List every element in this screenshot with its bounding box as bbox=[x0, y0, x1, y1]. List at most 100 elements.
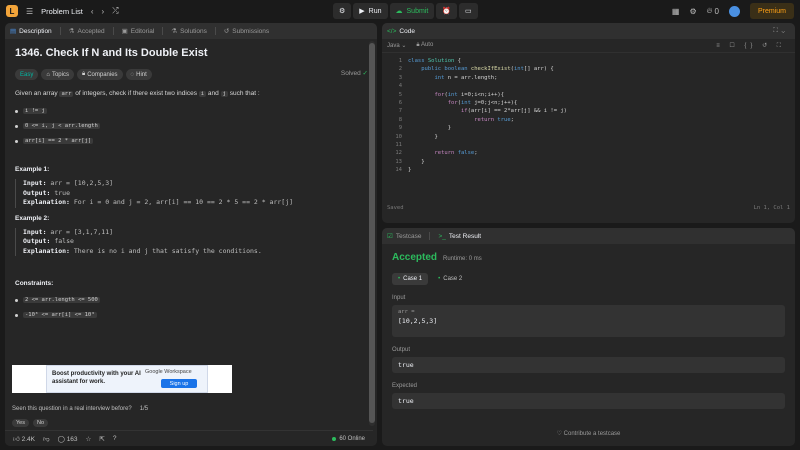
input-box: arr = [10,2,5,3] bbox=[392, 305, 785, 337]
output-box: true bbox=[392, 357, 785, 373]
result-status: Accepted bbox=[392, 252, 438, 263]
comments-button[interactable]: ◯ 163 bbox=[58, 435, 78, 443]
line-numbers: 1 2 3 4 5 6 7 8 9 10 11 12 13 14 bbox=[382, 57, 402, 175]
star-icon[interactable]: ☆ bbox=[86, 435, 92, 443]
example-2-block: Input: arr = [3,1,7,11] Output: false Ex… bbox=[15, 227, 367, 256]
line-number: 13 bbox=[395, 158, 402, 165]
code-lines: class Solution { public boolean checkIfE… bbox=[408, 58, 567, 174]
premium-button[interactable]: Premium bbox=[749, 3, 794, 19]
contribute-testcase[interactable]: ♡ Contribute a testcase bbox=[382, 430, 795, 437]
line-number: 14 bbox=[395, 167, 402, 174]
tab-code[interactable]: </> Code bbox=[387, 28, 415, 35]
editor-actions[interactable]: ≡ ☐ {} ↺ ⛶ bbox=[716, 42, 785, 50]
description-scrollbar[interactable] bbox=[369, 41, 375, 426]
example-2-title: Example 2: bbox=[15, 214, 50, 222]
dislike-button[interactable]: 👎︎ bbox=[43, 435, 50, 443]
problem-list-link[interactable]: Problem List bbox=[41, 7, 83, 16]
ad-brand: Google Workspace bbox=[145, 369, 192, 375]
debug-button[interactable]: ⚙ bbox=[333, 3, 352, 19]
auto-mode[interactable]: 🔒︎ Auto bbox=[416, 42, 433, 49]
heart-icon: ♡ bbox=[556, 431, 562, 437]
line-number: 2 bbox=[398, 66, 402, 73]
checkbox-icon: ☑ bbox=[387, 233, 393, 240]
history-icon: ↺ bbox=[223, 28, 230, 35]
chevron-right-icon[interactable]: › bbox=[102, 7, 105, 16]
saved-status: Saved bbox=[387, 204, 404, 211]
interview-question: Seen this question in a real interview b… bbox=[12, 406, 149, 412]
bug-icon: ⚙ bbox=[339, 8, 346, 15]
shuffle-icon[interactable]: ⤮ bbox=[112, 6, 118, 16]
note-button[interactable]: ▭ bbox=[459, 3, 478, 19]
chevron-left-icon[interactable]: ‹ bbox=[91, 7, 94, 16]
tab-submissions[interactable]: ↺ Submissions bbox=[223, 27, 269, 36]
case-2-tab[interactable]: • Case 2 bbox=[432, 273, 468, 285]
tab-solutions[interactable]: ⚗ Solutions bbox=[171, 27, 207, 36]
result-tab-bar: ☑ Testcase >_ Test Result bbox=[382, 228, 795, 244]
result-content: Accepted Runtime: 0 ms • Case 1 • Case 2 In… bbox=[382, 244, 795, 417]
line-number: 3 bbox=[398, 74, 402, 81]
share-icon[interactable]: ⇱ bbox=[99, 435, 104, 443]
alarm-button[interactable]: ⏰ bbox=[436, 3, 458, 19]
like-button[interactable]: 👍︎ 2.4K bbox=[13, 435, 35, 443]
ad-signup-button[interactable]: Sign up bbox=[161, 379, 197, 388]
line-number: 1 bbox=[398, 58, 402, 64]
line-number: 11 bbox=[395, 142, 402, 149]
code-icon: </> bbox=[387, 27, 397, 35]
hint-chip[interactable]: ◌ Hint bbox=[125, 69, 152, 80]
document-icon: ▤ bbox=[10, 28, 17, 35]
line-number: 12 bbox=[395, 150, 402, 157]
top-bar: L ☰ Problem List ‹ › ⤮ ⚙ ▶ Run ☁ Submit ⏰ … bbox=[0, 0, 800, 22]
online-count: 60 Online bbox=[332, 436, 365, 442]
line-number: 4 bbox=[398, 83, 402, 90]
topics-chip[interactable]: ⌂ Topics bbox=[41, 69, 74, 80]
expected-box: true bbox=[392, 393, 785, 409]
feedback-page: 1/5 bbox=[139, 406, 149, 412]
list-icon[interactable]: ☰ bbox=[26, 7, 33, 16]
list-item: arr[i] == 2 * arr[j] bbox=[15, 138, 367, 144]
list-item: -10³ <= arr[i] <= 10³ bbox=[15, 312, 367, 318]
tab-editorial[interactable]: ▣ Editorial bbox=[121, 27, 155, 36]
terminal-icon: >_ bbox=[438, 232, 446, 240]
settings-icon[interactable]: ⚙ bbox=[689, 7, 696, 16]
language-select[interactable]: Java ⌄ bbox=[387, 42, 406, 49]
maximize-icon[interactable]: ⛶ ⌄ bbox=[773, 27, 785, 35]
avatar[interactable] bbox=[728, 5, 740, 17]
solved-badge: Solved ✓ bbox=[340, 70, 368, 77]
advertisement[interactable]: Boost productivity with your AI assistan… bbox=[12, 365, 232, 393]
yes-button[interactable]: Yes bbox=[12, 419, 29, 427]
submit-button[interactable]: ☁ Submit bbox=[389, 3, 435, 19]
flask-icon: ⚗ bbox=[68, 28, 75, 35]
input-label: Input bbox=[392, 295, 406, 301]
code-editor[interactable]: 1 2 3 4 5 6 7 8 9 10 11 12 13 14 class Solution { pub… bbox=[382, 53, 795, 215]
list-item: 2 <= arr.length <= 500 bbox=[15, 297, 367, 303]
run-label: Run bbox=[368, 7, 382, 15]
companies-chip[interactable]: 🔒︎ Companies bbox=[76, 69, 123, 80]
leetcode-logo[interactable]: L bbox=[6, 5, 18, 17]
run-button[interactable]: ▶ Run bbox=[353, 3, 388, 19]
tab-test-result[interactable]: >_ Test Result bbox=[438, 233, 481, 240]
difficulty-chip: Easy bbox=[15, 69, 39, 80]
layout-icon[interactable]: ▦ bbox=[672, 7, 680, 16]
expected-label: Expected bbox=[392, 383, 418, 389]
output-label: Output bbox=[392, 347, 411, 353]
tab-description[interactable]: ▤ Description bbox=[10, 27, 52, 36]
case-1-tab[interactable]: • Case 1 bbox=[392, 273, 429, 285]
page-title[interactable]: 1346. Check If N and Its Double Exist bbox=[15, 47, 367, 59]
lock-icon: 🔒︎ bbox=[416, 42, 420, 48]
problem-description: 1346. Check If N and Its Double Exist So… bbox=[5, 39, 377, 332]
line-number: 8 bbox=[398, 116, 402, 123]
example-1-title: Example 1: bbox=[15, 166, 50, 173]
left-tab-bar: ▤ Description ⚗ Accepted ▣ Editorial ⚗ Solut… bbox=[5, 23, 377, 39]
no-button[interactable]: No bbox=[32, 419, 49, 427]
constraints-title: Constraints: bbox=[15, 280, 54, 287]
code-tab-bar: </> Code ⛶ ⌄ bbox=[382, 23, 795, 39]
cursor-position: Ln 1, Col 1 bbox=[753, 204, 790, 211]
line-number: 6 bbox=[398, 100, 402, 107]
tab-testcase[interactable]: ☑ Testcase bbox=[387, 232, 421, 241]
editor-toolbar: Java ⌄ 🔒︎ Auto ≡ ☐ {} ↺ ⛶ bbox=[382, 39, 795, 53]
tab-accepted[interactable]: ⚗ Accepted bbox=[68, 27, 105, 36]
help-icon[interactable]: ? bbox=[113, 435, 117, 442]
thumbs-up-icon: 👍︎ bbox=[13, 435, 20, 443]
fire-icon[interactable]: 🔥︎ 0 bbox=[707, 6, 719, 16]
book-icon: ▣ bbox=[121, 28, 128, 35]
